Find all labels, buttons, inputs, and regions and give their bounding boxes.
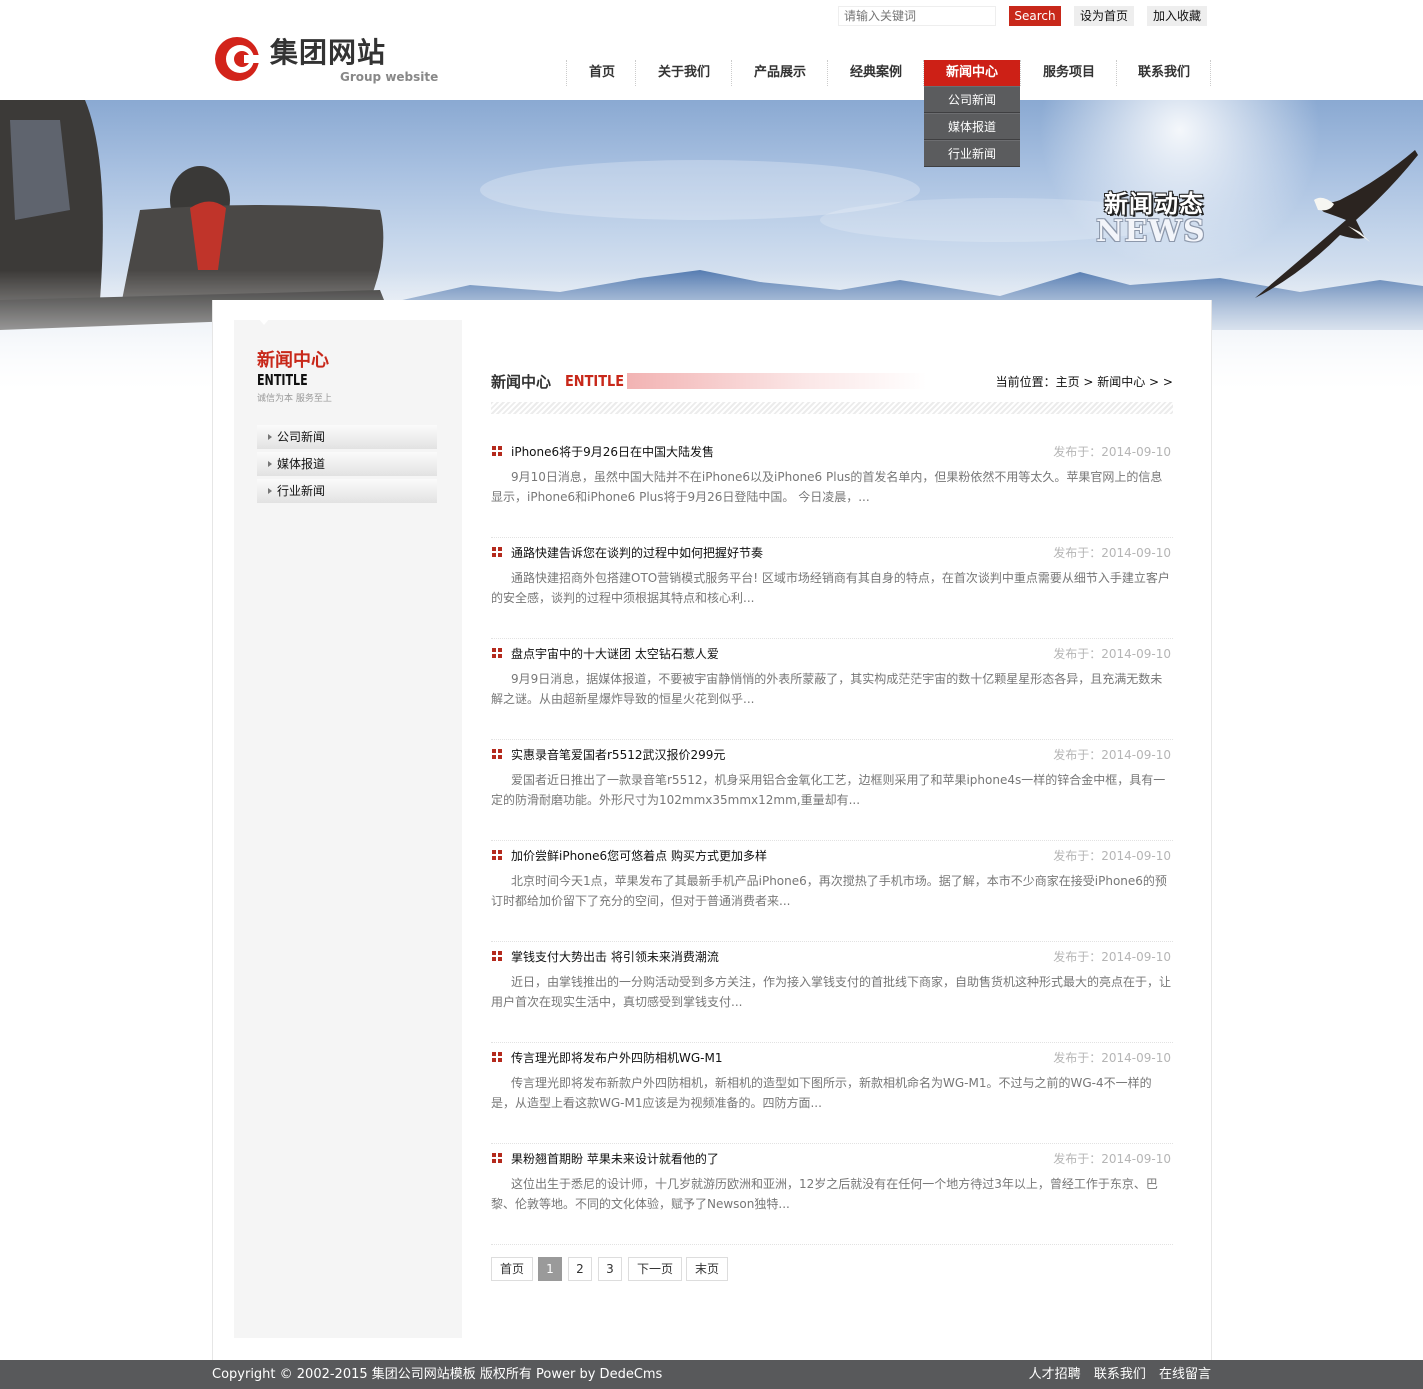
banner-subtitle: NEWS (1096, 214, 1206, 249)
add-favorite-link[interactable]: 加入收藏 (1147, 6, 1207, 26)
article-list: iPhone6将于9月26日在中国大陆发售 发布于：2014-09-10 9月1… (491, 437, 1173, 1245)
nav-item-services[interactable]: 服务项目 (1022, 60, 1116, 86)
article-title[interactable]: 果粉翘首期盼 苹果未来设计就看他的了 (511, 1150, 719, 1167)
search-button[interactable]: Search (1009, 6, 1061, 26)
article-summary: 北京时间今天1点，苹果发布了其最新手机产品iPhone6，再次搅热了手机市场。据… (491, 874, 1167, 908)
logo-mark-icon (215, 37, 260, 81)
article-title[interactable]: iPhone6将于9月26日在中国大陆发售 (511, 443, 714, 460)
bullet-icon (492, 951, 502, 961)
header: 集团网站 Group website Search 设为首页 加入收藏 首页 关… (0, 0, 1423, 100)
sidebar: 新闻中心 ENTITLE 诚信为本 服务至上 公司新闻 媒体报道 行业新闻 (234, 318, 462, 1338)
page-title: 新闻中心 (491, 373, 552, 391)
sidebar-item-industry-news[interactable]: 行业新闻 (257, 479, 437, 503)
article-date: 发布于：2014-09-10 (1053, 950, 1171, 964)
article-summary: 这位出生于悉尼的设计师，十几岁就游历欧洲和亚洲，12岁之后就没有在任何一个地方待… (491, 1177, 1158, 1211)
article-title[interactable]: 传言理光即将发布户外四防相机WG-M1 (511, 1049, 722, 1066)
article-title[interactable]: 掌钱支付大势出击 将引领未来消费潮流 (511, 948, 719, 965)
article-date: 发布于：2014-09-10 (1053, 546, 1171, 560)
dropdown-item-company-news[interactable]: 公司新闻 (924, 86, 1020, 113)
article-item: 传言理光即将发布户外四防相机WG-M1 发布于：2014-09-10 传言理光即… (491, 1043, 1173, 1144)
sidebar-menu: 公司新闻 媒体报道 行业新闻 (257, 425, 437, 506)
article-item: 加价尝鲜iPhone6您可悠着点 购买方式更加多样 发布于：2014-09-10… (491, 841, 1173, 942)
footer-link-message[interactable]: 在线留言 (1159, 1367, 1211, 1382)
article-title[interactable]: 通路快建告诉您在谈判的过程中如何把握好节奏 (511, 544, 763, 561)
nav-item-home[interactable]: 首页 (568, 60, 636, 86)
pagination-page-1[interactable]: 1 (538, 1257, 562, 1281)
dropdown-item-industry-news[interactable]: 行业新闻 (924, 140, 1020, 167)
breadcrumb[interactable]: 当前位置：主页 > 新闻中心 > > (996, 373, 1173, 390)
article-summary: 近日，由掌钱推出的一分购活动受到多方关注，作为接入掌钱支付的首批线下商家，自助售… (491, 975, 1172, 1009)
bullet-icon (492, 648, 502, 658)
footer: Copyright © 2002-2015 集团公司网站模板 版权所有 Powe… (0, 1360, 1423, 1389)
article-item: iPhone6将于9月26日在中国大陆发售 发布于：2014-09-10 9月1… (491, 437, 1173, 538)
caret-right-icon (268, 461, 272, 467)
sidebar-item-label: 行业新闻 (277, 484, 326, 498)
article-title[interactable]: 加价尝鲜iPhone6您可悠着点 购买方式更加多样 (511, 847, 767, 864)
article-item: 实惠录音笔爱国者r5512武汉报价299元 发布于：2014-09-10 爱国者… (491, 740, 1173, 841)
sidebar-slogan: 诚信为本 服务至上 (257, 394, 332, 404)
pagination-last[interactable]: 末页 (686, 1257, 728, 1281)
nav-item-news[interactable]: 新闻中心 (924, 60, 1020, 86)
pagination-next[interactable]: 下一页 (628, 1257, 682, 1281)
article-date: 发布于：2014-09-10 (1053, 748, 1171, 762)
bullet-icon (492, 547, 502, 557)
pagination-first[interactable]: 首页 (491, 1257, 533, 1281)
dropdown-item-media-reports[interactable]: 媒体报道 (924, 113, 1020, 140)
footer-links: 人才招聘 联系我们 在线留言 (1020, 1360, 1211, 1389)
pagination-page-2[interactable]: 2 (568, 1257, 592, 1281)
footer-link-careers[interactable]: 人才招聘 (1029, 1367, 1081, 1382)
article-date: 发布于：2014-09-10 (1053, 445, 1171, 459)
article-summary: 通路快建招商外包搭建OTO营销模式服务平台! 区域市场经销商有其自身的特点，在首… (491, 571, 1170, 605)
sidebar-item-label: 公司新闻 (277, 430, 326, 444)
article-date: 发布于：2014-09-10 (1053, 1152, 1171, 1166)
sidebar-item-company-news[interactable]: 公司新闻 (257, 425, 437, 449)
article-item: 通路快建告诉您在谈判的过程中如何把握好节奏 发布于：2014-09-10 通路快… (491, 538, 1173, 639)
nav-item-contact[interactable]: 联系我们 (1118, 60, 1210, 86)
article-date: 发布于：2014-09-10 (1053, 849, 1171, 863)
logo-text: 集团网站 (270, 36, 387, 69)
sidebar-title: 新闻中心 (257, 350, 329, 371)
nav-item-products[interactable]: 产品展示 (733, 60, 827, 86)
article-item: 果粉翘首期盼 苹果未来设计就看他的了 发布于：2014-09-10 这位出生于悉… (491, 1144, 1173, 1245)
title-decoration-bar (627, 373, 927, 389)
article-title[interactable]: 实惠录音笔爱国者r5512武汉报价299元 (511, 746, 725, 763)
news-dropdown-menu: 公司新闻 媒体报道 行业新闻 (924, 86, 1020, 167)
sidebar-item-media-reports[interactable]: 媒体报道 (257, 452, 437, 476)
main-panel: 新闻中心 ENTITLE 诚信为本 服务至上 公司新闻 媒体报道 行业新闻 新闻… (212, 300, 1212, 1360)
search-input[interactable] (838, 6, 996, 26)
bullet-icon (492, 1052, 502, 1062)
sidebar-item-label: 媒体报道 (277, 457, 326, 471)
bullet-icon (492, 446, 502, 456)
bullet-icon (492, 850, 502, 860)
article-summary: 传言理光即将发布新款户外四防相机，新相机的造型如下图所示，新款相机命名为WG-M… (491, 1076, 1152, 1110)
article-summary: 爱国者近日推出了一款录音笔r5512，机身采用铝合金氧化工艺，边框则采用了和苹果… (491, 773, 1166, 807)
title-divider (491, 402, 1173, 414)
caret-right-icon (268, 434, 272, 440)
article-title[interactable]: 盘点宇宙中的十大谜团 太空钻石惹人爱 (511, 645, 719, 662)
logo-subtext: Group website (340, 70, 439, 84)
nav-item-cases[interactable]: 经典案例 (829, 60, 923, 86)
sidebar-subtitle: ENTITLE (257, 371, 308, 389)
caret-right-icon (268, 488, 272, 494)
pagination-page-3[interactable]: 3 (598, 1257, 622, 1281)
logo[interactable]: 集团网站 Group website (214, 36, 444, 86)
sidebar-notch (258, 318, 270, 325)
set-home-link[interactable]: 设为首页 (1074, 6, 1134, 26)
article-date: 发布于：2014-09-10 (1053, 647, 1171, 661)
article-item: 掌钱支付大势出击 将引领未来消费潮流 发布于：2014-09-10 近日，由掌钱… (491, 942, 1173, 1043)
article-date: 发布于：2014-09-10 (1053, 1051, 1171, 1065)
copyright-text: Copyright © 2002-2015 集团公司网站模板 版权所有 Powe… (212, 1367, 663, 1382)
bullet-icon (492, 1153, 502, 1163)
nav-item-about[interactable]: 关于我们 (637, 60, 731, 86)
article-summary: 9月10日消息，虽然中国大陆并不在iPhone6以及iPhone6 Plus的首… (491, 470, 1163, 504)
article-item: 盘点宇宙中的十大谜团 太空钻石惹人爱 发布于：2014-09-10 9月9日消息… (491, 639, 1173, 740)
page-title-en: ENTITLE (565, 372, 625, 390)
footer-link-contact[interactable]: 联系我们 (1094, 1367, 1146, 1382)
bullet-icon (492, 749, 502, 759)
article-summary: 9月9日消息，据媒体报道，不要被宇宙静悄悄的外表所蒙蔽了，其实构成茫茫宇宙的数十… (491, 672, 1163, 706)
nav-divider (1210, 60, 1212, 86)
